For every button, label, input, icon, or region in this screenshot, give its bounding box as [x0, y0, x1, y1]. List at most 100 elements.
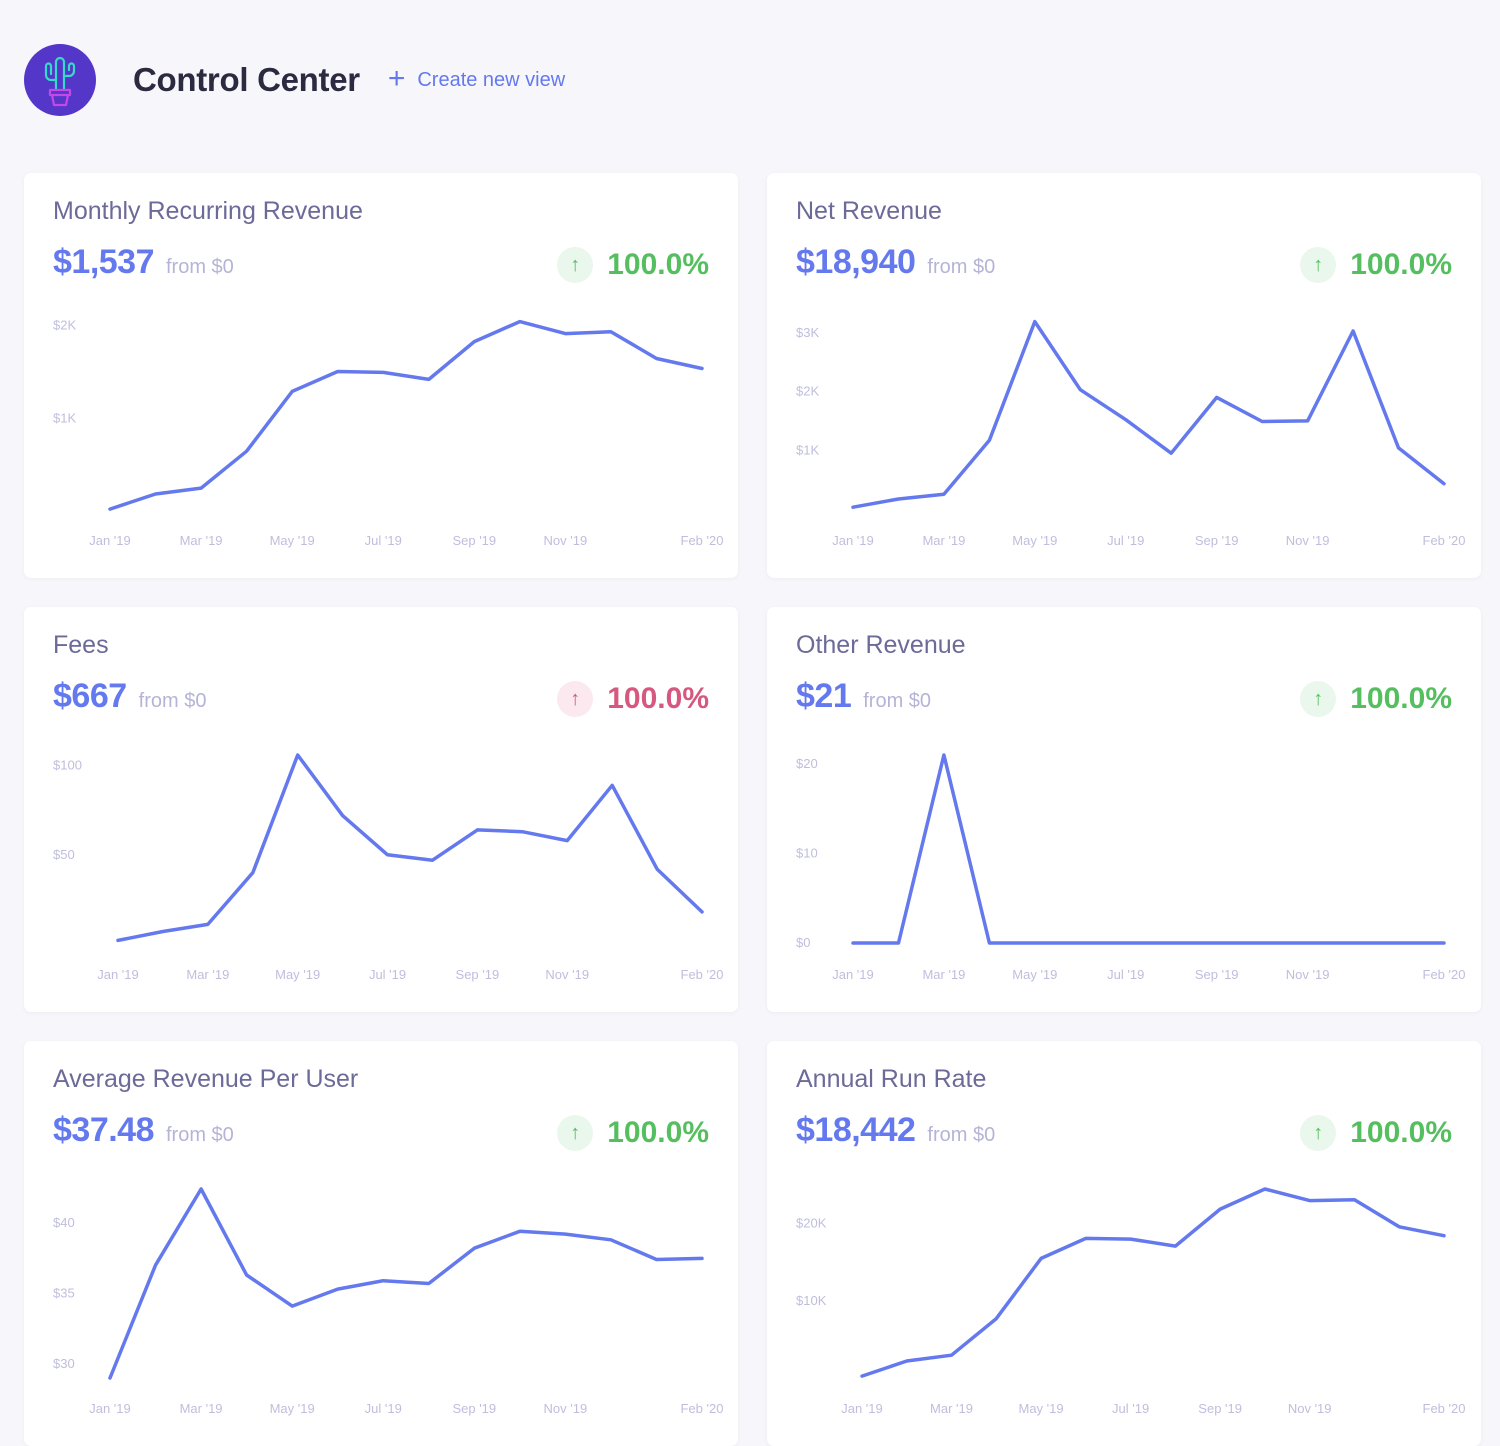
data-point[interactable] — [157, 926, 169, 938]
data-point[interactable] — [1302, 415, 1314, 427]
data-point[interactable] — [286, 385, 298, 397]
data-point[interactable] — [1211, 937, 1223, 949]
data-point[interactable] — [696, 906, 708, 918]
data-point[interactable] — [1256, 415, 1268, 427]
data-point[interactable] — [1074, 384, 1086, 396]
data-point[interactable] — [1214, 1203, 1226, 1215]
data-point[interactable] — [1029, 937, 1041, 949]
data-point[interactable] — [990, 1313, 1002, 1325]
data-point[interactable] — [847, 501, 859, 513]
data-point[interactable] — [202, 918, 214, 930]
data-point[interactable] — [651, 863, 663, 875]
data-point[interactable] — [112, 934, 124, 946]
data-point[interactable] — [605, 1234, 617, 1246]
data-point[interactable] — [1211, 391, 1223, 403]
data-point[interactable] — [1169, 1240, 1181, 1252]
data-point[interactable] — [1080, 1232, 1092, 1244]
data-point[interactable] — [337, 810, 349, 822]
data-point[interactable] — [650, 1254, 662, 1266]
x-tick-label: Feb '20 — [681, 967, 724, 982]
data-point[interactable] — [426, 854, 438, 866]
data-point[interactable] — [561, 835, 573, 847]
data-point[interactable] — [104, 503, 116, 515]
data-point[interactable] — [195, 1183, 207, 1195]
create-new-view-button[interactable]: + Create new view — [388, 63, 565, 94]
data-point[interactable] — [1120, 937, 1132, 949]
data-point[interactable] — [1348, 1194, 1360, 1206]
data-point[interactable] — [983, 434, 995, 446]
data-point[interactable] — [382, 849, 394, 861]
data-point[interactable] — [377, 1275, 389, 1287]
data-point[interactable] — [1347, 325, 1359, 337]
y-tick-label: $2K — [796, 384, 819, 399]
data-point[interactable] — [514, 1225, 526, 1237]
data-point[interactable] — [1393, 442, 1405, 454]
x-tick-label: Jan '19 — [832, 967, 874, 982]
data-point[interactable] — [1259, 1183, 1271, 1195]
data-point[interactable] — [150, 488, 162, 500]
line-chart: $30 $35 $40 Jan '19 Mar '19 May '19 Jul '19 Sep… — [53, 1183, 723, 1416]
x-tick-label: Jan '19 — [841, 1401, 883, 1416]
data-point[interactable] — [1438, 478, 1450, 490]
data-point[interactable] — [559, 1228, 571, 1240]
metric-card-other-revenue[interactable]: Other Revenue $21 from $0 ↑ 100.0% $0 $10 $20 Ja… — [767, 607, 1481, 1012]
x-tick-label: Sep '19 — [452, 1401, 496, 1416]
data-point[interactable] — [1120, 414, 1132, 426]
data-point[interactable] — [1304, 1195, 1316, 1207]
data-point[interactable] — [292, 749, 304, 761]
data-point[interactable] — [938, 749, 950, 761]
data-point[interactable] — [150, 1259, 162, 1271]
data-point[interactable] — [1035, 1252, 1047, 1264]
data-point[interactable] — [606, 779, 618, 791]
data-point[interactable] — [195, 482, 207, 494]
data-point[interactable] — [1393, 1221, 1405, 1233]
data-point[interactable] — [286, 1300, 298, 1312]
data-point[interactable] — [1165, 937, 1177, 949]
data-point[interactable] — [377, 366, 389, 378]
metric-card-annual-run-rate[interactable]: Annual Run Rate $18,442 from $0 ↑ 100.0% $10K… — [767, 1041, 1481, 1446]
metric-card-net-revenue[interactable]: Net Revenue $18,940 from $0 ↑ 100.0% $1K $2K $3… — [767, 173, 1481, 578]
data-point[interactable] — [983, 937, 995, 949]
x-tick-label: Jan '19 — [89, 533, 131, 548]
data-point[interactable] — [696, 1252, 708, 1264]
data-point[interactable] — [332, 366, 344, 378]
data-point[interactable] — [468, 1242, 480, 1254]
data-point[interactable] — [514, 316, 526, 328]
x-tick-label: Feb '20 — [1423, 533, 1466, 548]
data-point[interactable] — [423, 1278, 435, 1290]
data-point[interactable] — [247, 867, 259, 879]
data-point[interactable] — [1438, 937, 1450, 949]
metric-card-fees[interactable]: Fees $667 from $0 ↑ 100.0% $50 $100 Jan '19 Mar … — [24, 607, 738, 1012]
data-point[interactable] — [241, 1269, 253, 1281]
data-point[interactable] — [1029, 316, 1041, 328]
data-point[interactable] — [901, 1355, 913, 1367]
data-point[interactable] — [1074, 937, 1086, 949]
data-point[interactable] — [892, 937, 904, 949]
data-point[interactable] — [1165, 447, 1177, 459]
data-point[interactable] — [605, 326, 617, 338]
data-point[interactable] — [104, 1372, 116, 1384]
data-point[interactable] — [468, 336, 480, 348]
data-point[interactable] — [1347, 937, 1359, 949]
data-point[interactable] — [892, 493, 904, 505]
data-point[interactable] — [559, 328, 571, 340]
data-point[interactable] — [423, 373, 435, 385]
data-point[interactable] — [1302, 937, 1314, 949]
data-point[interactable] — [946, 1349, 958, 1361]
data-point[interactable] — [471, 824, 483, 836]
app-logo[interactable] — [24, 44, 96, 116]
data-point[interactable] — [1125, 1233, 1137, 1245]
metric-card-mrr[interactable]: Monthly Recurring Revenue $1,537 from $0 ↑ 1… — [24, 173, 738, 578]
data-point[interactable] — [847, 937, 859, 949]
data-point[interactable] — [938, 488, 950, 500]
metric-card-arpu[interactable]: Average Revenue Per User $37.48 from $0 ↑ 10… — [24, 1041, 738, 1446]
data-point[interactable] — [1393, 937, 1405, 949]
data-point[interactable] — [856, 1370, 868, 1382]
data-point[interactable] — [516, 826, 528, 838]
data-point[interactable] — [332, 1283, 344, 1295]
data-point[interactable] — [696, 363, 708, 375]
data-point[interactable] — [241, 445, 253, 457]
data-point[interactable] — [1256, 937, 1268, 949]
data-point[interactable] — [1438, 1230, 1450, 1242]
data-point[interactable] — [650, 353, 662, 365]
